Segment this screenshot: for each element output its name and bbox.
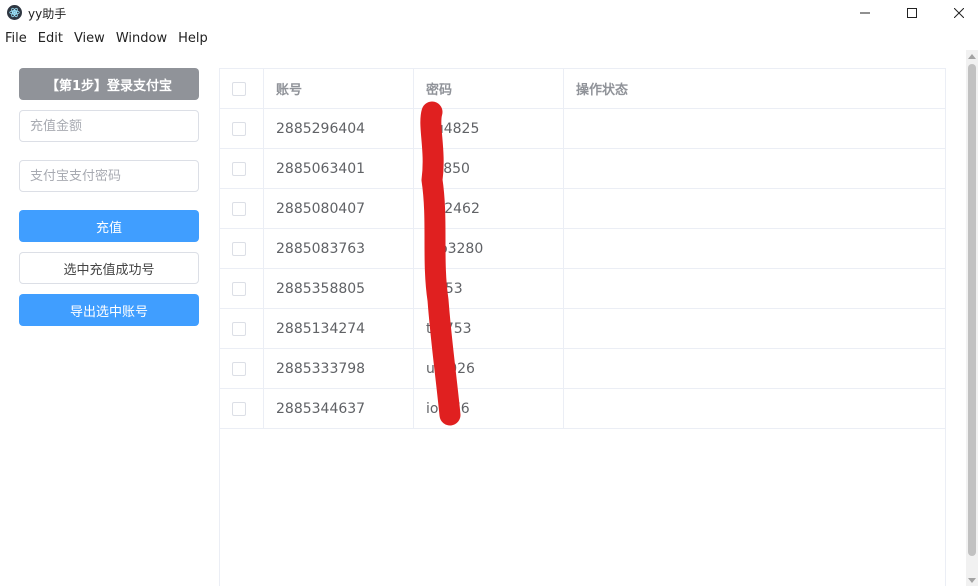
close-icon: [954, 8, 964, 18]
table-header: 账号 密码 操作状态: [220, 69, 945, 109]
password-cell: t 553: [414, 269, 564, 308]
accounts-table: 账号 密码 操作状态 2885296404 nu4825 2885063401 y48…: [219, 68, 946, 586]
password-cell: v b3280: [414, 229, 564, 268]
password-cell: t 2753: [414, 309, 564, 348]
row-checkbox[interactable]: [232, 401, 246, 416]
table-row[interactable]: 2885296404 nu4825: [220, 109, 945, 149]
recharge-button[interactable]: 充值: [19, 210, 199, 242]
row-checkbox[interactable]: [232, 201, 246, 216]
alipay-password-input[interactable]: [19, 160, 199, 192]
account-cell: 2885080407: [264, 189, 414, 228]
title-bar: yy助手: [0, 0, 978, 26]
account-cell: 2885083763: [264, 229, 414, 268]
status-cell: [564, 349, 945, 388]
account-cell: 2885063401: [264, 149, 414, 188]
row-checkbox[interactable]: [232, 361, 246, 376]
close-button[interactable]: [936, 0, 978, 26]
login-alipay-button[interactable]: 【第1步】登录支付宝: [19, 68, 199, 100]
password-cell: nu4825: [414, 109, 564, 148]
password-cell: u 4026: [414, 349, 564, 388]
table-row[interactable]: 2885080407 t x2462: [220, 189, 945, 229]
minimize-icon: [860, 12, 870, 14]
maximize-button[interactable]: [889, 0, 935, 26]
menu-bar: File Edit View Window Help: [0, 28, 214, 50]
table-row[interactable]: 2885083763 v b3280: [220, 229, 945, 269]
scrollbar-thumb[interactable]: [968, 64, 976, 556]
status-cell: [564, 389, 945, 428]
status-cell: [564, 229, 945, 268]
table-row[interactable]: 2885344637 io 476: [220, 389, 945, 429]
select-all-checkbox[interactable]: [232, 81, 246, 96]
scroll-down-icon[interactable]: [968, 578, 976, 583]
table-row[interactable]: 2885063401 y4850: [220, 149, 945, 189]
status-cell: [564, 109, 945, 148]
scroll-up-icon[interactable]: [968, 54, 976, 59]
row-checkbox[interactable]: [232, 281, 246, 296]
password-cell: y4850: [414, 149, 564, 188]
status-cell: [564, 269, 945, 308]
menu-edit[interactable]: Edit: [33, 28, 69, 50]
account-cell: 2885333798: [264, 349, 414, 388]
window-title: yy助手: [28, 7, 67, 21]
column-header-password: 密码: [414, 69, 564, 108]
account-cell: 2885296404: [264, 109, 414, 148]
status-cell: [564, 189, 945, 228]
password-cell: t x2462: [414, 189, 564, 228]
app-icon: [7, 5, 22, 20]
recharge-amount-input[interactable]: [19, 110, 199, 142]
table-row[interactable]: 2885134274 t 2753: [220, 309, 945, 349]
menu-help[interactable]: Help: [173, 28, 214, 50]
status-cell: [564, 149, 945, 188]
column-header-account: 账号: [264, 69, 414, 108]
account-cell: 2885344637: [264, 389, 414, 428]
password-cell: io 476: [414, 389, 564, 428]
column-header-status: 操作状态: [576, 83, 629, 98]
maximize-icon: [907, 8, 917, 18]
select-success-button[interactable]: 选中充值成功号: [19, 252, 199, 284]
row-checkbox[interactable]: [232, 241, 246, 256]
menu-view[interactable]: View: [69, 28, 111, 50]
row-checkbox[interactable]: [232, 321, 246, 336]
menu-window[interactable]: Window: [111, 28, 173, 50]
account-cell: 2885358805: [264, 269, 414, 308]
account-cell: 2885134274: [264, 309, 414, 348]
row-checkbox[interactable]: [232, 161, 246, 176]
status-cell: [564, 309, 945, 348]
minimize-button[interactable]: [842, 0, 888, 26]
row-checkbox[interactable]: [232, 121, 246, 136]
export-selected-button[interactable]: 导出选中账号: [19, 294, 199, 326]
table-row[interactable]: 2885333798 u 4026: [220, 349, 945, 389]
menu-file[interactable]: File: [0, 28, 33, 50]
table-row[interactable]: 2885358805 t 553: [220, 269, 945, 309]
